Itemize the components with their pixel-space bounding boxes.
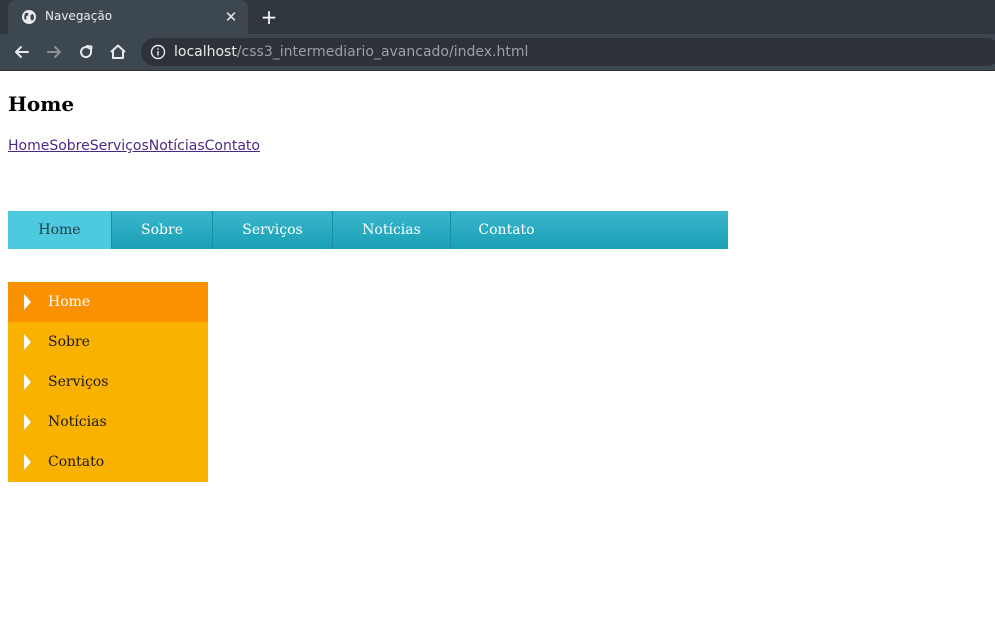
reload-button[interactable] xyxy=(76,42,96,62)
globe-icon xyxy=(21,9,37,25)
plain-nav-link-servicos[interactable]: Serviços xyxy=(90,138,149,154)
plain-nav: HomeSobreServiçosNotíciasContato xyxy=(8,138,260,154)
vertical-nav-label: Contato xyxy=(48,454,105,470)
arrow-left-icon xyxy=(15,46,29,58)
vertical-nav-item-noticias[interactable]: Notícias xyxy=(8,402,208,442)
plain-nav-link-noticias[interactable]: Notícias xyxy=(149,138,205,154)
vertical-nav-label: Home xyxy=(48,294,91,310)
vertical-nav-item-contato[interactable]: Contato xyxy=(8,442,208,482)
caret-right-icon xyxy=(24,374,31,390)
url-path: /css3_intermediario_avancado/index.html xyxy=(236,44,529,60)
close-icon[interactable]: ✕ xyxy=(223,9,239,25)
vertical-nav-label: Sobre xyxy=(48,334,90,350)
vertical-nav-item-servicos[interactable]: Serviços xyxy=(8,362,208,402)
plain-nav-link-home[interactable]: Home xyxy=(8,138,49,154)
plus-icon: + xyxy=(260,5,278,29)
arrow-right-icon xyxy=(47,46,61,58)
vertical-nav-label: Notícias xyxy=(48,414,107,430)
reload-icon xyxy=(80,45,93,59)
browser-tab[interactable]: Navegação ✕ xyxy=(8,0,248,34)
vertical-nav-menu: Home Sobre Serviços Notícias Contato xyxy=(8,282,208,482)
back-button[interactable] xyxy=(12,42,32,62)
plain-nav-link-contato[interactable]: Contato xyxy=(205,138,260,154)
home-icon xyxy=(110,44,126,59)
page-title: Home xyxy=(8,92,75,116)
caret-right-icon xyxy=(24,334,31,350)
info-icon[interactable] xyxy=(150,44,166,60)
home-button[interactable] xyxy=(108,42,128,62)
vertical-nav-label: Serviços xyxy=(48,374,109,390)
horizontal-nav-item-contato[interactable]: Contato xyxy=(451,211,562,249)
caret-right-icon xyxy=(24,414,31,430)
forward-button[interactable] xyxy=(44,42,64,62)
new-tab-button[interactable]: + xyxy=(258,6,280,28)
vertical-nav-item-sobre[interactable]: Sobre xyxy=(8,322,208,362)
horizontal-nav-item-sobre[interactable]: Sobre xyxy=(112,211,213,249)
tab-title: Navegação xyxy=(45,9,113,23)
caret-right-icon xyxy=(24,294,31,310)
horizontal-nav-bar: Home Sobre Serviços Notícias Contato xyxy=(8,211,728,249)
browser-tab-strip: Navegação ✕ + xyxy=(0,0,995,34)
caret-right-icon xyxy=(24,454,31,470)
horizontal-nav-item-noticias[interactable]: Notícias xyxy=(333,211,451,249)
page-content: Home HomeSobreServiçosNotíciasContato Ho… xyxy=(0,71,995,630)
horizontal-nav-item-home[interactable]: Home xyxy=(8,211,112,249)
url-host: localhost xyxy=(174,44,237,60)
plain-nav-link-sobre[interactable]: Sobre xyxy=(49,138,89,154)
url-text[interactable]: localhost/css3_intermediario_avancado/in… xyxy=(174,44,528,60)
horizontal-nav-item-servicos[interactable]: Serviços xyxy=(213,211,333,249)
vertical-nav-item-home[interactable]: Home xyxy=(8,282,208,322)
